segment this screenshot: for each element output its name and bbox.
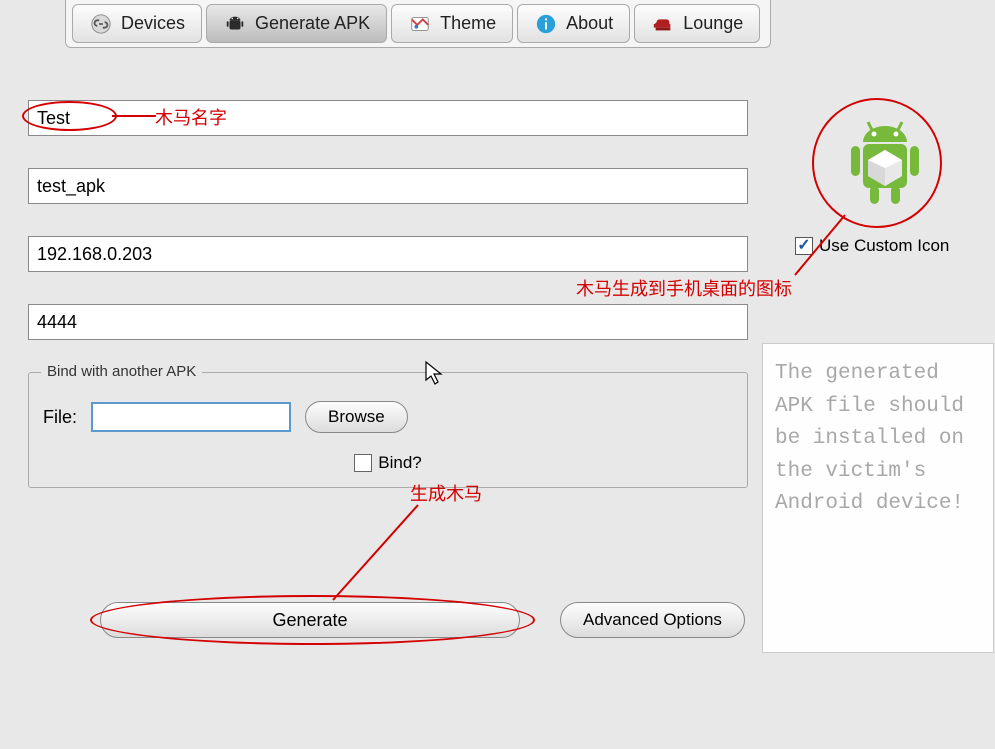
link-icon [89,12,113,36]
use-custom-icon-checkbox[interactable]: ✓ [795,237,813,255]
tab-label: Lounge [683,13,743,34]
tab-generate-apk[interactable]: Generate APK [206,4,387,43]
tab-theme[interactable]: Theme [391,4,513,43]
android-mascot-icon [830,110,940,220]
tab-label: Generate APK [255,13,370,34]
fieldset-legend: Bind with another APK [41,363,202,380]
file-label: File: [43,407,77,428]
bind-checkbox[interactable] [354,454,372,472]
use-custom-icon-label: Use Custom Icon [819,236,949,256]
custom-icon-area: ✓ Use Custom Icon [820,110,949,256]
bind-fieldset: Bind with another APK File: Browse Bind? [28,372,748,488]
tab-label: About [566,13,613,34]
file-row: File: Browse [43,391,733,453]
file-input[interactable] [91,402,291,432]
bottom-button-row: Generate Advanced Options [100,602,745,638]
info-icon [534,12,558,36]
tab-about[interactable]: About [517,4,630,43]
ip-input[interactable] [28,236,748,272]
port-input[interactable] [28,304,748,340]
bind-checkbox-label: Bind? [378,453,421,473]
form-area: Bind with another APK File: Browse Bind? [28,100,748,488]
cursor-icon [424,360,446,388]
annotation-generate-line [328,500,428,610]
theme-icon [408,12,432,36]
advanced-options-button[interactable]: Advanced Options [560,602,745,638]
bind-checkbox-row: Bind? [43,453,733,473]
tab-bar: Devices Generate APK Theme About Lounge [65,0,771,48]
info-panel: The generated APK file should be install… [762,343,994,653]
use-custom-icon-row: ✓ Use Custom Icon [795,236,949,256]
generate-button[interactable]: Generate [100,602,520,638]
tab-label: Devices [121,13,185,34]
tab-lounge[interactable]: Lounge [634,4,760,43]
tab-devices[interactable]: Devices [72,4,202,43]
name-input[interactable] [28,100,748,136]
tab-label: Theme [440,13,496,34]
browse-button[interactable]: Browse [305,401,408,433]
lounge-icon [651,12,675,36]
android-icon [223,12,247,36]
apk-name-input[interactable] [28,168,748,204]
